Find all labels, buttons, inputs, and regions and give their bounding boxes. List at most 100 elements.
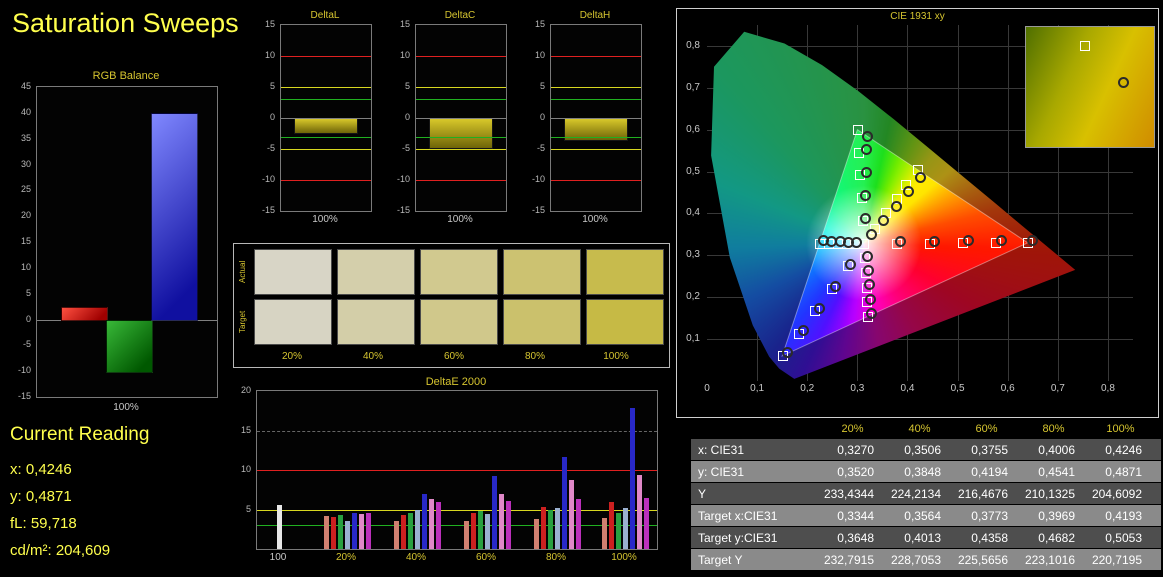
delta-ytick: 5 (269, 81, 275, 91)
cie-ytick: 0,6 (686, 123, 700, 135)
row-spacer (678, 483, 691, 504)
deltae-bar (393, 521, 399, 549)
row-value: 0,4006 (1038, 442, 1075, 457)
cie-ytick: 0,2 (686, 291, 700, 303)
delta-ytick: -5 (401, 143, 410, 153)
deltae-bar (608, 501, 614, 549)
results-table-body: x: CIE31 0,3270 0,3506 0,3755 0,4006 0,4246 y:… (678, 439, 1161, 570)
zero-line (281, 118, 371, 119)
row-value: 0,3648 (837, 530, 874, 545)
current-reading-line: cd/m²: 204,609 (10, 542, 111, 559)
delta-bar (429, 118, 493, 149)
row-label: Target x:CIE31 (698, 508, 778, 523)
swatch-actual-20% (254, 249, 332, 295)
delta-yaxis: 15 10 5 0 -5 -10 -15 (256, 19, 278, 215)
row-value: 0,4246 (1105, 442, 1142, 457)
deltae-ytick: 15 (240, 424, 251, 435)
deltae-bar (491, 475, 497, 549)
swatch-target-100% (586, 299, 664, 345)
row-value: 233,4344 (823, 486, 874, 501)
delta-chart-deltah: DeltaH 15 10 5 0 -5 -10 -15 100% (526, 10, 644, 242)
row-value: 0,5053 (1105, 530, 1142, 545)
current-reading-values: x: 0,4246 y: 0,4871 fL: 59,718 cd/m²: 204,6… (10, 456, 240, 564)
row-value: 0,3969 (1038, 508, 1075, 523)
cie-measured-marker (862, 265, 874, 277)
cie-xtick: 0,5 (950, 383, 965, 394)
delta-ytick: -10 (261, 174, 275, 184)
swatch-target-80% (503, 299, 581, 345)
row-spacer (678, 461, 691, 482)
deltae-bar (568, 480, 574, 549)
rgb-ytick: 35 (20, 132, 31, 143)
rgb-ytick: 20 (20, 210, 31, 221)
swatch-level-label: 20% (281, 350, 302, 362)
row-value: 0,4541 (1038, 464, 1075, 479)
deltae-bar (622, 507, 628, 549)
delta-yaxis: 15 10 5 0 -5 -10 -15 (526, 19, 548, 215)
results-table: 20% 40% 60% 80% 100% x: CIE31 0,3270 0,3506 0,3… (678, 420, 1161, 570)
deltae-bar (358, 514, 364, 549)
delta-ytick: -10 (531, 174, 545, 184)
ref-line (551, 99, 641, 101)
deltae-bar (547, 509, 553, 549)
row-value: 0,4358 (971, 530, 1008, 545)
ref-line (551, 149, 641, 150)
rgb-ytick: -5 (22, 339, 31, 350)
cie-xtick: 0,4 (900, 383, 915, 394)
delta-chart-title: DeltaH (579, 10, 611, 21)
deltae-bar (351, 513, 357, 549)
delta-plot (550, 24, 642, 212)
ref-line (416, 99, 506, 101)
cie-ytick: 0,4 (686, 207, 700, 219)
deltae-xlabel: 20% (335, 552, 356, 563)
row-value: 0,4194 (971, 464, 1008, 479)
row-value: 0,3755 (971, 442, 1008, 457)
deltae-bar (636, 474, 642, 549)
cie-measured-marker (929, 235, 941, 247)
deltae-bar (477, 511, 483, 549)
deltae-bar (470, 512, 476, 549)
deltae-bar (463, 520, 469, 549)
deltae-bar (498, 493, 504, 549)
deltae-xaxis: 100 20% 40% 60% 80% 100% (256, 552, 656, 566)
deltae-xlabel: 100 (269, 552, 287, 563)
deltae-bar (276, 504, 282, 549)
deltae-bar (323, 515, 329, 549)
cie-ytick: 0,8 (686, 39, 700, 51)
delta-xlabel: 100% (582, 214, 608, 225)
cie-xtick: 0,6 (1000, 383, 1015, 394)
table-row: Target x:CIE31 0,3344 0,3564 0,3773 0,3969 0,… (678, 505, 1161, 526)
swatch-actual-100% (586, 249, 664, 295)
ref-line (416, 180, 506, 181)
swatch-target-20% (254, 299, 332, 345)
delta-xlabel: 100% (312, 214, 338, 225)
cie-xtick: 0,7 (1050, 383, 1065, 394)
rgb-balance-plot (36, 86, 218, 398)
swatch-actual-40% (337, 249, 415, 295)
deltae-bar (575, 499, 581, 549)
cie-yaxis: 0,1 0,2 0,3 0,4 0,5 0,6 0,7 0,8 (677, 25, 704, 381)
delta-ytick: 15 (534, 19, 545, 29)
cie-measured-marker (864, 293, 876, 305)
deltae-xlabel: 80% (545, 552, 566, 563)
cie-xtick: 0,1 (750, 383, 765, 394)
deltae-bar (540, 507, 546, 549)
cie-measured-marker (861, 250, 873, 262)
rgb-ytick: 30 (20, 158, 31, 169)
current-reading-line: x: 0,4246 (10, 461, 72, 478)
ref-line (551, 87, 641, 88)
swatch-actual-80% (503, 249, 581, 295)
deltae-bar (505, 500, 511, 549)
swatch-target-40% (337, 299, 415, 345)
cie-ytick: 0,5 (686, 165, 700, 177)
delta-ytick: -15 (396, 205, 410, 215)
ref-line (281, 180, 371, 181)
ref-line (281, 136, 371, 138)
zero-line (551, 118, 641, 119)
rgb-ytick: 40 (20, 106, 31, 117)
swatch-level-label: 40% (362, 350, 383, 362)
delta-ytick: -15 (261, 205, 275, 215)
delta-ytick: 0 (404, 112, 410, 122)
deltae-xlabel: 100% (611, 552, 637, 563)
delta-chart-title: DeltaL (310, 10, 340, 21)
